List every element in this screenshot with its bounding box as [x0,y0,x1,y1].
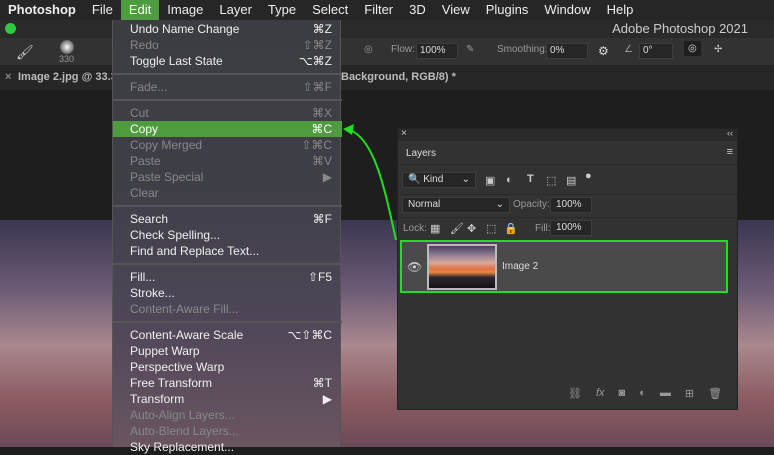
annotation-arrow [343,124,397,241]
